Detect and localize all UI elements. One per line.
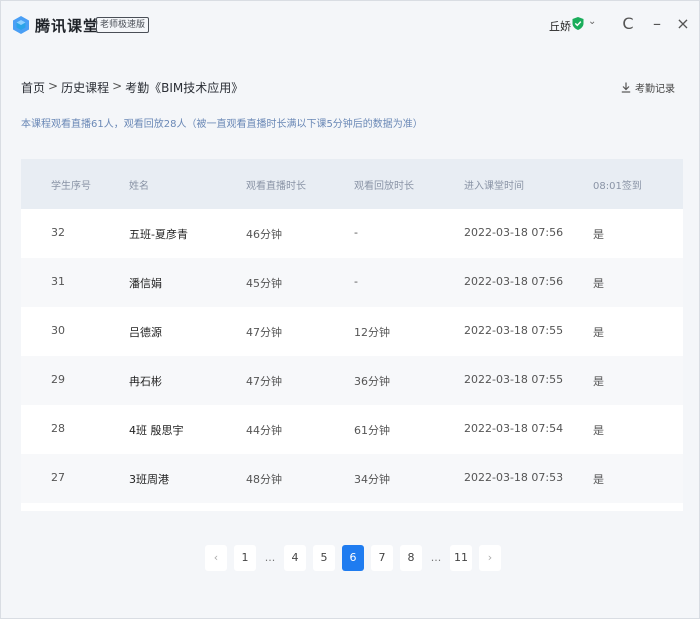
breadcrumb: 首页 > 历史课程 > 考勤《BIM技术应用》 (21, 79, 243, 96)
breadcrumb-current: 考勤《BIM技术应用》 (125, 81, 244, 95)
table-row: 29 冉石彬 47分钟 36分钟 2022-03-18 07:55 是 (21, 356, 683, 405)
user-menu-chevron-icon[interactable]: ⌄ (588, 16, 596, 27)
table-row: 31 潘信娟 45分钟 - 2022-03-18 07:56 是 (21, 258, 683, 307)
app-window: 腾讯课堂 老师极速版 丘娇 ⌄ C – × 首页 > 历史课程 > 考勤《BIM… (0, 0, 700, 619)
cell-signin: 是 (593, 473, 604, 486)
breadcrumb-separator: > (48, 79, 59, 93)
cell-name: 4班 殷思宇 (129, 424, 184, 437)
prev-page-button[interactable]: ‹ (205, 545, 227, 571)
cell-replay-duration: 34分钟 (354, 473, 390, 486)
export-attendance-label: 考勤记录 (635, 84, 675, 95)
verified-shield-icon (572, 17, 584, 30)
cell-enter-time: 2022-03-18 07:53 (464, 471, 564, 484)
cell-replay-duration: 61分钟 (354, 424, 390, 437)
close-icon[interactable]: × (674, 13, 692, 35)
download-icon (621, 82, 631, 93)
cell-name: 冉石彬 (129, 375, 162, 388)
page-button-5[interactable]: 5 (313, 545, 335, 571)
page-button-8[interactable]: 8 (400, 545, 422, 571)
table-row: 32 五班-夏彦青 46分钟 - 2022-03-18 07:56 是 (21, 209, 683, 258)
cell-replay-duration: - (354, 275, 358, 288)
attendance-panel: 首页 > 历史课程 > 考勤《BIM技术应用》 考勤记录 本课程观看直播61人，… (1, 49, 699, 618)
app-logo-icon (13, 16, 29, 34)
export-attendance-button[interactable]: 考勤记录 (621, 80, 675, 95)
breadcrumb-separator: > (112, 79, 123, 93)
breadcrumb-home[interactable]: 首页 (21, 79, 45, 96)
cell-student-id: 29 (51, 373, 65, 386)
column-header-live-duration: 观看直播时长 (246, 181, 306, 192)
attendance-table: 学生序号 姓名 观看直播时长 观看回放时长 进入课堂时间 08:01签到 32 … (21, 159, 683, 511)
refresh-icon[interactable]: C (619, 13, 637, 35)
cell-signin: 是 (593, 228, 604, 241)
cell-live-duration: 47分钟 (246, 375, 282, 388)
cell-name: 潘信娟 (129, 277, 162, 290)
cell-signin: 是 (593, 424, 604, 437)
column-header-student-id: 学生序号 (51, 181, 91, 192)
table-row: 30 吕德源 47分钟 12分钟 2022-03-18 07:55 是 (21, 307, 683, 356)
attendance-summary: 本课程观看直播61人，观看回放28人（被一直观看直播时长满以下课5分钟后的数据为… (21, 119, 423, 130)
cell-signin: 是 (593, 326, 604, 339)
cell-replay-duration: 12分钟 (354, 326, 390, 339)
cell-enter-time: 2022-03-18 07:54 (464, 422, 564, 435)
page-ellipsis: ... (430, 551, 442, 564)
page-button-7[interactable]: 7 (371, 545, 393, 571)
cell-live-duration: 46分钟 (246, 228, 282, 241)
cell-replay-duration: - (354, 226, 358, 239)
title-bar: 腾讯课堂 老师极速版 丘娇 ⌄ C – × (1, 1, 699, 49)
cell-student-id: 31 (51, 275, 65, 288)
cell-live-duration: 44分钟 (246, 424, 282, 437)
page-button-1[interactable]: 1 (234, 545, 256, 571)
cell-signin: 是 (593, 375, 604, 388)
cell-student-id: 27 (51, 471, 65, 484)
table-header: 学生序号 姓名 观看直播时长 观看回放时长 进入课堂时间 08:01签到 (21, 159, 683, 209)
page-button-6-current[interactable]: 6 (342, 545, 364, 571)
table-row: 27 3班周港 48分钟 34分钟 2022-03-18 07:53 是 (21, 454, 683, 503)
next-page-button[interactable]: › (479, 545, 501, 571)
column-header-name: 姓名 (129, 181, 149, 192)
pagination: ‹ 1 ... 4 5 6 7 8 ... 11 › (205, 545, 501, 571)
column-header-replay-duration: 观看回放时长 (354, 181, 414, 192)
user-name[interactable]: 丘娇 (549, 18, 571, 34)
cell-enter-time: 2022-03-18 07:55 (464, 373, 564, 386)
column-header-enter-time: 进入课堂时间 (464, 181, 524, 192)
page-button-11[interactable]: 11 (450, 545, 472, 571)
cell-signin: 是 (593, 277, 604, 290)
cell-live-duration: 47分钟 (246, 326, 282, 339)
cell-live-duration: 48分钟 (246, 473, 282, 486)
cell-name: 五班-夏彦青 (129, 228, 188, 241)
edition-badge: 老师极速版 (96, 17, 150, 33)
table-row: 28 4班 殷思宇 44分钟 61分钟 2022-03-18 07:54 是 (21, 405, 683, 454)
cell-student-id: 30 (51, 324, 65, 337)
page-button-4[interactable]: 4 (284, 545, 306, 571)
cell-enter-time: 2022-03-18 07:55 (464, 324, 564, 337)
cell-enter-time: 2022-03-18 07:56 (464, 226, 564, 239)
cell-name: 3班周港 (129, 473, 169, 486)
cell-student-id: 32 (51, 226, 65, 239)
cell-enter-time: 2022-03-18 07:56 (464, 275, 564, 288)
cell-replay-duration: 36分钟 (354, 375, 390, 388)
minimize-icon[interactable]: – (648, 13, 666, 35)
cell-student-id: 28 (51, 422, 65, 435)
cell-name: 吕德源 (129, 326, 162, 339)
breadcrumb-history-courses[interactable]: 历史课程 (61, 79, 109, 96)
column-header-signin: 08:01签到 (593, 181, 642, 192)
cell-live-duration: 45分钟 (246, 277, 282, 290)
page-ellipsis: ... (264, 551, 276, 564)
app-name: 腾讯课堂 (35, 17, 100, 35)
